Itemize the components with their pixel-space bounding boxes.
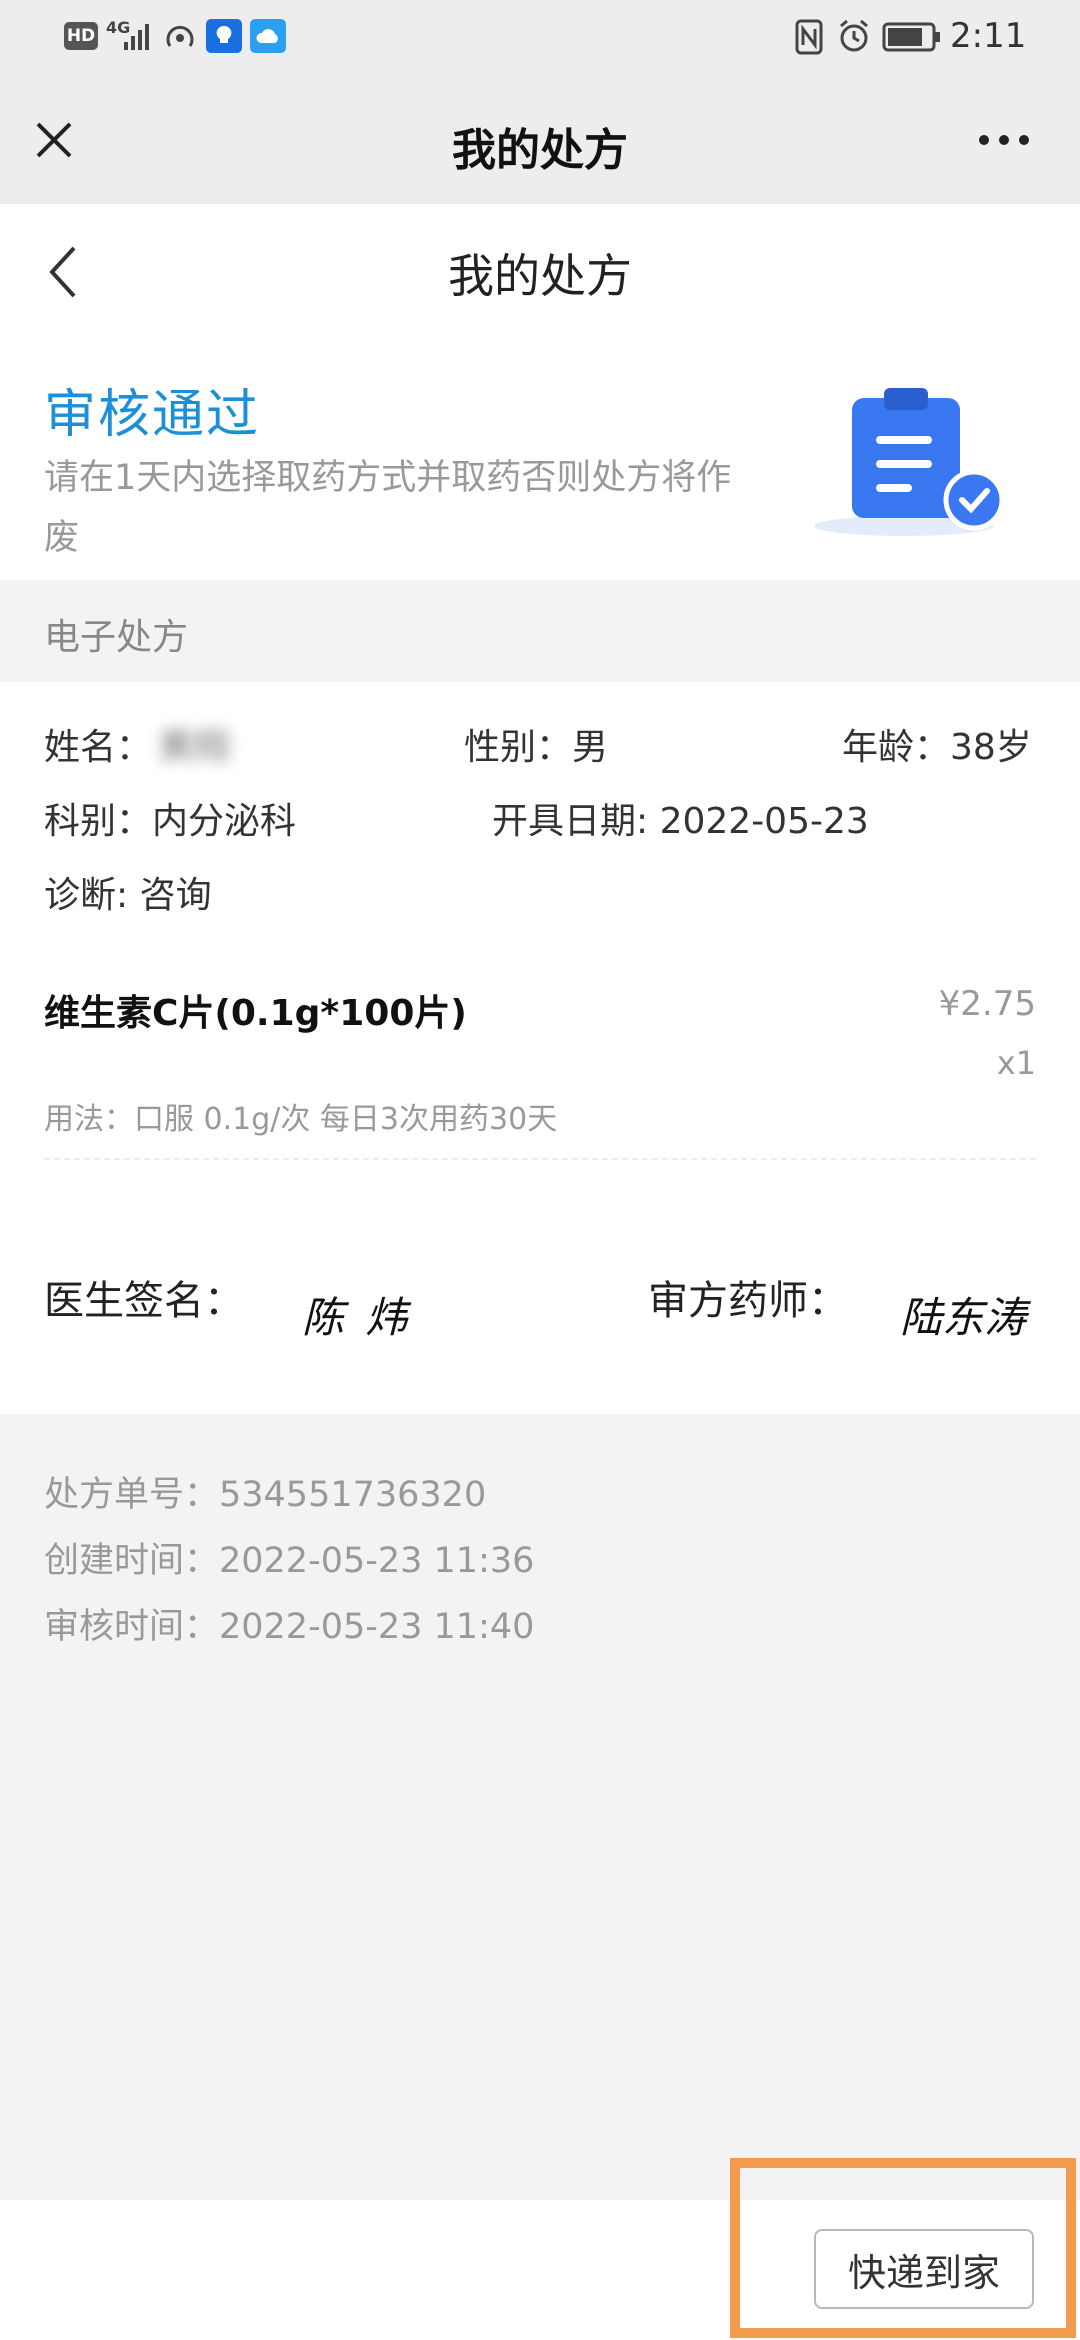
drug-quantity: x1	[996, 1044, 1036, 1082]
patient-gender: 性别：男	[464, 727, 609, 768]
clipboard-check-icon	[814, 388, 1005, 536]
created-time: 创建时间：2022-05-23 11:36	[44, 1541, 535, 1581]
prescription-number: 处方单号：534551736320	[44, 1475, 487, 1515]
drug-price: ¥2.75	[938, 984, 1036, 1024]
doctor-signature-label: 医生签名：	[44, 1278, 244, 1324]
pharmacist-signature-label: 审方药师：	[648, 1278, 848, 1324]
wechat-top-bar: 我的处方	[0, 76, 1080, 204]
clock: 2:11	[950, 16, 1027, 56]
app-notification-icon	[206, 19, 242, 53]
patient-info: 姓名： 黄翔 性别：男 年龄：38岁 科别：内分泌科 开具日期: 2022-05…	[0, 682, 1080, 949]
express-delivery-button[interactable]: 快递到家	[814, 2229, 1034, 2309]
reviewed-time: 审核时间：2022-05-23 11:40	[44, 1607, 535, 1647]
wechat-title: 我的处方	[452, 125, 628, 176]
pharmacist-signature: 陆东涛	[900, 1293, 1027, 1342]
drug-item: 维生素C片(0.1g*100片) ¥2.75 x1 用法：口服 0.1g/次 每…	[0, 948, 1080, 1160]
page-title: 我的处方	[448, 249, 632, 303]
page-header: 我的处方	[0, 204, 1080, 336]
signal-icon	[124, 24, 149, 50]
prescription-date: 开具日期: 2022-05-23	[492, 801, 869, 842]
patient-department: 科别：内分泌科	[44, 801, 297, 842]
drug-usage: 用法：口服 0.1g/次 每日3次用药30天	[44, 1102, 558, 1137]
drug-name: 维生素C片(0.1g*100片)	[44, 993, 467, 1034]
bottom-action-bar: 快递到家	[0, 2200, 1080, 2340]
review-status-title: 审核通过	[44, 385, 261, 445]
battery-icon	[882, 22, 940, 52]
section-label-text: 电子处方	[44, 617, 189, 658]
section-label: 电子处方	[0, 580, 1080, 682]
status-bar: HD 4G 2:11	[0, 0, 1080, 76]
more-icon[interactable]	[976, 132, 1036, 148]
patient-age: 年龄：38岁	[842, 727, 1032, 768]
review-notice: 请在1天内选择取药方式并取药否则处方将作废	[44, 458, 732, 558]
patient-name-label: 姓名：	[44, 727, 153, 768]
alarm-icon	[840, 19, 868, 52]
review-status-section: 审核通过 请在1天内选择取药方式并取药否则处方将作废	[0, 336, 1080, 580]
signature-section: 医生签名： 陈 炜 审方药师： 陆东涛	[0, 1160, 1080, 1414]
patient-diagnosis: 诊断: 咨询	[44, 875, 212, 916]
hd-badge: HD	[64, 22, 98, 50]
cloud-icon	[250, 19, 286, 53]
nfc-icon	[795, 19, 823, 55]
hotspot-icon	[166, 25, 194, 47]
patient-name-value: 黄翔	[158, 727, 231, 768]
doctor-signature: 陈 炜	[302, 1293, 412, 1342]
